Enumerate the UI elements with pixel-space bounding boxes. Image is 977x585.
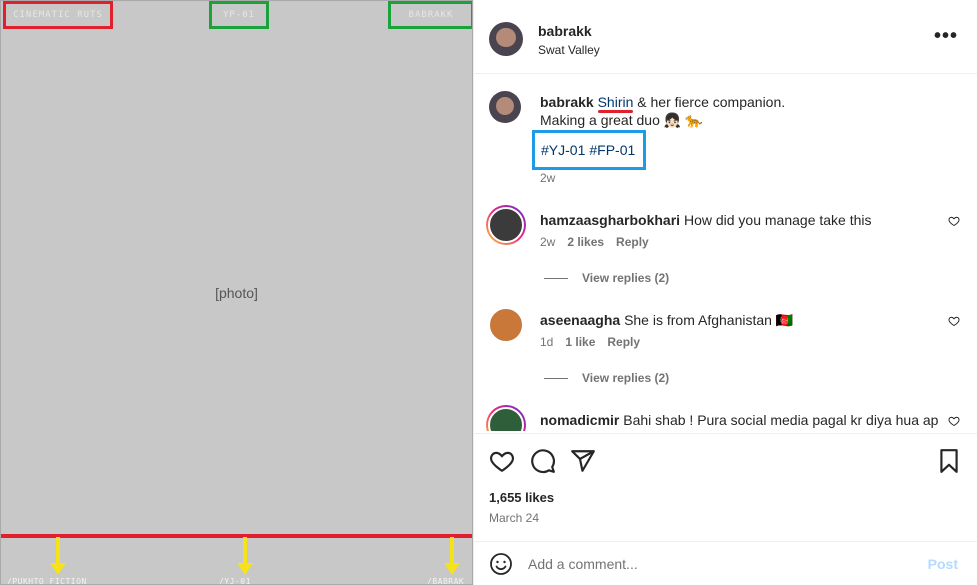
annotation-red-line <box>1 534 472 538</box>
view-replies-button[interactable]: View replies (2) <box>544 371 669 385</box>
watermark-box-top-right: BABRAKK <box>388 1 472 29</box>
reply-button[interactable]: Reply <box>607 335 640 349</box>
caption: babrakk Shirin & her fierce companion. M… <box>540 93 960 129</box>
mention-link[interactable]: Shirin <box>598 94 634 110</box>
hashtag-link[interactable]: #FP-01 <box>589 142 635 158</box>
comment-text: nomadicmir Bahi shab ! Pura social media… <box>540 411 940 429</box>
post-image[interactable]: [photo] CINEMATIC RUTS YP-01 BABRAKK /PU… <box>0 0 473 585</box>
hashtag-annotation-box: #YJ-01 #FP-01 <box>532 130 646 170</box>
post-side-panel: babrakk Swat Valley ••• babrakk Shirin &… <box>473 0 977 585</box>
comment-meta: 1d 1 like Reply <box>540 335 640 349</box>
heart-icon[interactable] <box>948 215 960 227</box>
story-ring[interactable] <box>486 205 526 245</box>
image-placeholder-label: [photo] <box>215 284 258 301</box>
comment-time: 2w <box>540 235 556 249</box>
comment-body: Bahi shab ! Pura social media pagal kr d… <box>623 412 939 428</box>
comment-username[interactable]: nomadicmir <box>540 412 619 428</box>
comment-meta: 2w 2 likes Reply <box>540 235 649 249</box>
overlay-text-left: /PUKHTO FICTION <box>7 577 87 585</box>
view-replies-label: View replies (2) <box>582 371 670 385</box>
annotation-arrow-right <box>444 537 460 577</box>
view-replies-button[interactable]: View replies (2) <box>544 271 669 285</box>
divider <box>544 377 568 379</box>
annotation-arrow-left <box>50 537 66 577</box>
avatar <box>488 407 524 431</box>
location-link[interactable]: Swat Valley <box>538 43 600 57</box>
hashtag-link[interactable]: #YJ-01 <box>541 142 585 158</box>
story-ring[interactable] <box>486 405 526 431</box>
comment-body: How did you manage take this <box>683 212 872 228</box>
bookmark-icon[interactable] <box>936 448 962 474</box>
more-horizontal-icon[interactable]: ••• <box>934 26 958 46</box>
comment-likes[interactable]: 1 like <box>565 335 595 349</box>
avatar[interactable] <box>489 22 523 56</box>
caption-time: 2w <box>540 171 556 185</box>
caption-avatar[interactable] <box>489 91 521 123</box>
reply-button[interactable]: Reply <box>616 235 649 249</box>
post-actions: 1,655 likes March 24 <box>474 433 977 543</box>
avatar <box>488 207 524 243</box>
comment-time: 1d <box>540 335 554 349</box>
comments-list[interactable]: babrakk Shirin & her fierce companion. M… <box>474 75 977 431</box>
avatar <box>488 307 524 343</box>
annotation-arrow-center <box>237 537 253 577</box>
comment-text: hamzaasgharbokhari How did you manage ta… <box>540 211 940 229</box>
caption-username[interactable]: babrakk <box>540 94 594 110</box>
post-date: March 24 <box>489 511 540 525</box>
comment-text: aseenaagha She is from Afghanistan 🇦🇫 <box>540 311 940 329</box>
heart-icon[interactable] <box>948 315 960 327</box>
watermark-text: CINEMATIC RUTS <box>13 10 103 20</box>
watermark-box-top-left: CINEMATIC RUTS <box>3 1 113 29</box>
post-button[interactable]: Post <box>928 556 958 572</box>
comment-body: She is from Afghanistan 🇦🇫 <box>624 312 794 328</box>
post-header: babrakk Swat Valley ••• <box>474 0 977 74</box>
share-icon[interactable] <box>570 448 596 474</box>
comment-username[interactable]: aseenaagha <box>540 312 620 328</box>
author-username[interactable]: babrakk <box>538 23 592 39</box>
likes-count[interactable]: 1,655 likes <box>489 490 554 505</box>
watermark-text: YP-01 <box>222 10 256 20</box>
watermark-box-top-center: YP-01 <box>209 1 269 29</box>
emoji-icon[interactable] <box>489 552 513 576</box>
add-comment-bar: Post <box>474 541 977 585</box>
heart-icon[interactable] <box>948 415 960 427</box>
watermark-text: BABRAKK <box>408 10 454 20</box>
comment-likes[interactable]: 2 likes <box>567 235 604 249</box>
comment-input[interactable] <box>528 550 908 578</box>
avatar-wrapper[interactable] <box>486 305 526 345</box>
comment-icon[interactable] <box>530 448 556 474</box>
heart-icon[interactable] <box>489 448 515 474</box>
view-replies-label: View replies (2) <box>582 271 670 285</box>
overlay-text-center: /YJ-01 <box>219 577 251 585</box>
caption-text-line2: Making a great duo 👧🏻 🐆 <box>540 112 703 128</box>
comment-username[interactable]: hamzaasgharbokhari <box>540 212 680 228</box>
divider <box>544 277 568 279</box>
overlay-text-right: /BABRAK <box>427 577 465 585</box>
caption-text-line1: & her fierce companion. <box>633 94 786 110</box>
